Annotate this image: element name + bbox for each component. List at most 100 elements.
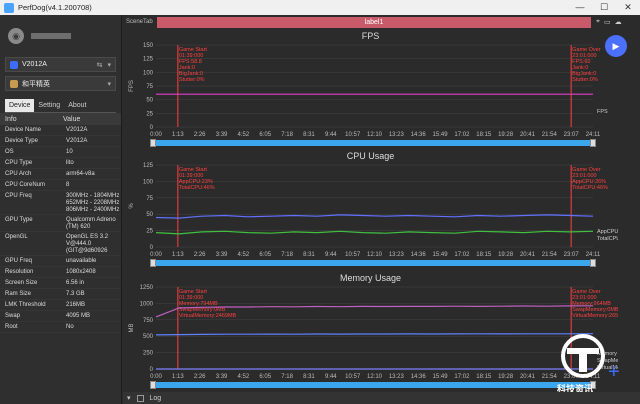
tab-setting[interactable]: Setting <box>34 99 64 112</box>
x-tick-label: 4:52 <box>238 252 250 258</box>
info-value: V2012A <box>66 127 88 133</box>
y-tick-label: 1250 <box>140 285 154 291</box>
play-button[interactable]: ▶ <box>605 35 627 57</box>
expand-icon[interactable]: ▾ <box>127 394 131 402</box>
x-tick-label: 10:57 <box>345 252 361 258</box>
x-tick-label: 4:52 <box>238 132 250 138</box>
timeline-scrollbar[interactable] <box>150 259 596 267</box>
info-value: 300MHz - 1804MHz 652MHz - 2208MHz 806MHz… <box>66 193 120 213</box>
event-annotation-text: TotalCPU:46% <box>179 185 215 191</box>
tab-device[interactable]: Device <box>5 99 35 112</box>
scrollbar-start-handle[interactable] <box>150 381 156 389</box>
x-tick-label: 15:49 <box>433 374 449 380</box>
timeline-scrollbar[interactable] <box>150 381 596 389</box>
x-tick-label: 3:39 <box>216 252 228 258</box>
scrollbar-start-handle[interactable] <box>150 259 156 267</box>
info-key: GPU Freq <box>5 258 33 264</box>
x-tick-label: 3:39 <box>216 132 228 138</box>
x-tick-label: 19:28 <box>498 374 514 380</box>
y-tick-label: 75 <box>146 84 153 90</box>
x-tick-label: 14:36 <box>411 252 427 258</box>
info-key: CPU Arch <box>5 171 32 177</box>
x-tick-label: 18:15 <box>476 252 492 258</box>
minimize-button[interactable]: — <box>568 2 592 13</box>
scrollbar-end-handle[interactable] <box>590 139 596 147</box>
device-select[interactable]: V2012A ⇆ ▾ <box>5 57 116 72</box>
play-icon: ▶ <box>612 40 620 51</box>
sidebar-tabs: Device Setting About <box>5 99 116 113</box>
log-checkbox[interactable] <box>136 394 144 402</box>
series-line-swapmemory <box>155 333 594 336</box>
timeline-scrollbar[interactable] <box>150 139 596 147</box>
event-annotation-text: TotalCPU:46% <box>572 185 608 191</box>
info-row: Device Type V2012A <box>0 136 121 147</box>
event-annotation-text: VirtualMemory:2469MB <box>179 313 237 319</box>
scene-tab[interactable]: SceneTab <box>123 19 157 25</box>
location-icon[interactable]: ⌖ <box>596 18 600 26</box>
close-button[interactable]: ✕ <box>616 2 640 13</box>
y-tick-label: 100 <box>143 179 154 185</box>
value-col-header: Value <box>63 115 81 123</box>
x-tick-label: 14:36 <box>411 374 427 380</box>
info-key: Ram Size <box>5 291 32 297</box>
x-tick-label: 12:10 <box>367 132 383 138</box>
x-tick-label: 20:41 <box>520 132 536 138</box>
watermark-logo: 科技资讯 <box>553 332 613 394</box>
label-tab[interactable]: label1 <box>157 16 591 28</box>
maximize-button[interactable]: ☐ <box>592 2 616 13</box>
y-tick-label: 50 <box>146 98 153 104</box>
info-row: GPU Freq unavailable <box>0 256 121 267</box>
folder-icon[interactable]: ▭ <box>604 18 611 26</box>
x-tick-label: 0:00 <box>150 374 162 380</box>
add-button[interactable]: + <box>608 362 620 382</box>
x-tick-label: 1:13 <box>172 374 184 380</box>
info-row: GPU Type Qualcomm Adreno (TM) 620 <box>0 215 121 232</box>
x-tick-label: 7:18 <box>281 374 293 380</box>
app-select-value: 和平精英 <box>22 80 50 88</box>
scrollbar-end-handle[interactable] <box>590 259 596 267</box>
x-tick-label: 7:18 <box>281 252 293 258</box>
y-axis-label: FPS <box>129 80 135 92</box>
x-tick-label: 6:05 <box>259 132 271 138</box>
tab-about[interactable]: About <box>64 99 90 112</box>
x-tick-label: 9:44 <box>325 252 337 258</box>
wifi-icon[interactable]: ⇆ <box>97 61 103 69</box>
info-row: OpenGL OpenGL ES 3.2 V@444.0 (GIT@9d60926 <box>0 232 121 256</box>
android-icon <box>10 60 18 69</box>
y-tick-label: 100 <box>143 70 154 76</box>
chevron-down-icon[interactable]: ▾ <box>107 80 111 88</box>
y-tick-label: 150 <box>143 43 154 49</box>
info-row: Swap 4095 MB <box>0 311 121 322</box>
scrollbar-start-handle[interactable] <box>150 139 156 147</box>
info-key: CPU Type <box>5 160 33 166</box>
x-tick-label: 8:31 <box>303 252 315 258</box>
x-tick-label: 13:23 <box>389 132 405 138</box>
avatar[interactable]: ◉ <box>8 28 24 44</box>
chevron-down-icon[interactable]: ▾ <box>107 61 111 69</box>
info-table: Device Name V2012A Device Type V2012A OS 10 CP… <box>0 125 121 333</box>
y-axis-label: MB <box>129 324 135 333</box>
x-tick-label: 2:26 <box>194 252 206 258</box>
y-tick-label: 50 <box>146 212 153 218</box>
info-value: No <box>66 324 74 330</box>
y-tick-label: 75 <box>146 196 153 202</box>
title-bar: PerfDog(v4.1.200708) — ☐ ✕ <box>0 0 640 15</box>
info-value: arm64-v8a <box>66 171 95 177</box>
info-row: LMK Threshold 216MB <box>0 300 121 311</box>
series-line-totalcpu <box>155 214 594 219</box>
info-key: LMK Threshold <box>5 302 46 308</box>
app-select[interactable]: 和平精英 ▾ <box>5 76 116 91</box>
x-tick-label: 14:36 <box>411 132 427 138</box>
x-tick-label: 0:00 <box>150 132 162 138</box>
info-value: V2012A <box>66 138 88 144</box>
info-value: Qualcomm Adreno (TM) 620 <box>66 217 116 230</box>
x-tick-label: 18:15 <box>476 374 492 380</box>
x-tick-label: 24:11 <box>586 252 601 258</box>
info-row: CPU Arch arm64-v8a <box>0 169 121 180</box>
info-key: CPU CoreNum <box>5 182 46 188</box>
x-tick-label: 12:10 <box>367 374 383 380</box>
x-tick-label: 8:31 <box>303 132 315 138</box>
info-key: Device Type <box>5 138 38 144</box>
info-row: Device Name V2012A <box>0 125 121 136</box>
cloud-icon[interactable]: ☁ <box>615 18 622 26</box>
